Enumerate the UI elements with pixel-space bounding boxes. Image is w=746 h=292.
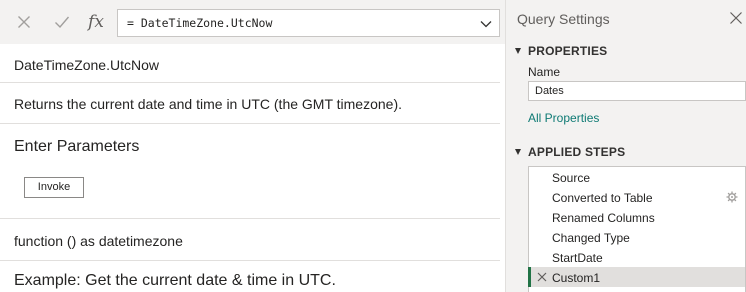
applied-steps-list: Source Converted to Table Renamed Column… — [528, 166, 746, 292]
query-settings-pane: Query Settings PROPERTIES Name All Prope… — [506, 0, 746, 292]
formula-input[interactable]: = DateTimeZone.UtcNow — [117, 9, 500, 37]
example-section: Example: Get the current date & time in … — [0, 261, 500, 292]
query-settings-title: Query Settings — [517, 11, 610, 27]
step-label: Custom1 — [552, 271, 601, 285]
function-name-section: DateTimeZone.UtcNow — [0, 44, 500, 83]
invoke-button[interactable]: Invoke — [24, 177, 84, 198]
close-icon[interactable] — [729, 11, 743, 25]
collapse-triangle-icon — [515, 149, 521, 155]
commit-formula-button[interactable] — [50, 10, 74, 34]
collapse-triangle-icon — [515, 48, 521, 54]
all-properties-link[interactable]: All Properties — [528, 111, 599, 125]
step-label: Renamed Columns — [552, 211, 655, 225]
step-label: Source — [552, 171, 591, 185]
applied-steps-heading: APPLIED STEPS — [528, 145, 626, 159]
function-name: DateTimeZone.UtcNow — [14, 57, 159, 73]
step-label: Converted to Table — [552, 191, 653, 205]
example-heading: Example: Get the current date & time in … — [14, 272, 336, 289]
step-converted-to-table[interactable]: Converted to Table — [529, 187, 745, 207]
query-name-input[interactable] — [528, 81, 746, 101]
gear-icon[interactable] — [726, 191, 738, 203]
fx-label: fx — [88, 12, 104, 32]
parameters-section: Enter Parameters Invoke — [0, 124, 500, 219]
cancel-formula-button[interactable] — [12, 10, 36, 34]
formula-text: = DateTimeZone.UtcNow — [127, 16, 273, 30]
parameters-heading: Enter Parameters — [14, 138, 140, 155]
insert-function-button[interactable]: fx — [84, 10, 108, 34]
formula-bar: fx = DateTimeZone.UtcNow — [0, 0, 505, 44]
step-changed-type[interactable]: Changed Type — [529, 227, 745, 247]
properties-section-toggle[interactable]: PROPERTIES — [515, 44, 607, 58]
name-label: Name — [528, 65, 561, 79]
step-label: Changed Type — [552, 231, 630, 245]
step-source[interactable]: Source — [529, 167, 745, 187]
chevron-down-icon[interactable] — [479, 17, 493, 31]
function-signature: function () as datetimezone — [14, 233, 183, 249]
signature-section: function () as datetimezone — [0, 219, 500, 261]
applied-steps-section-toggle[interactable]: APPLIED STEPS — [515, 145, 625, 159]
function-description: Returns the current date and time in UTC… — [14, 96, 403, 112]
close-icon — [18, 16, 30, 28]
properties-heading: PROPERTIES — [528, 44, 608, 58]
step-custom1[interactable]: Custom1 — [528, 267, 745, 287]
function-preview-area: fx = DateTimeZone.UtcNow DateTimeZone.Ut… — [0, 0, 505, 292]
check-icon — [55, 16, 70, 29]
step-renamed-columns[interactable]: Renamed Columns — [529, 207, 745, 227]
function-description-section: Returns the current date and time in UTC… — [0, 83, 500, 124]
step-label: StartDate — [552, 251, 603, 265]
delete-step-icon[interactable] — [537, 272, 547, 282]
step-startdate[interactable]: StartDate — [529, 247, 745, 267]
